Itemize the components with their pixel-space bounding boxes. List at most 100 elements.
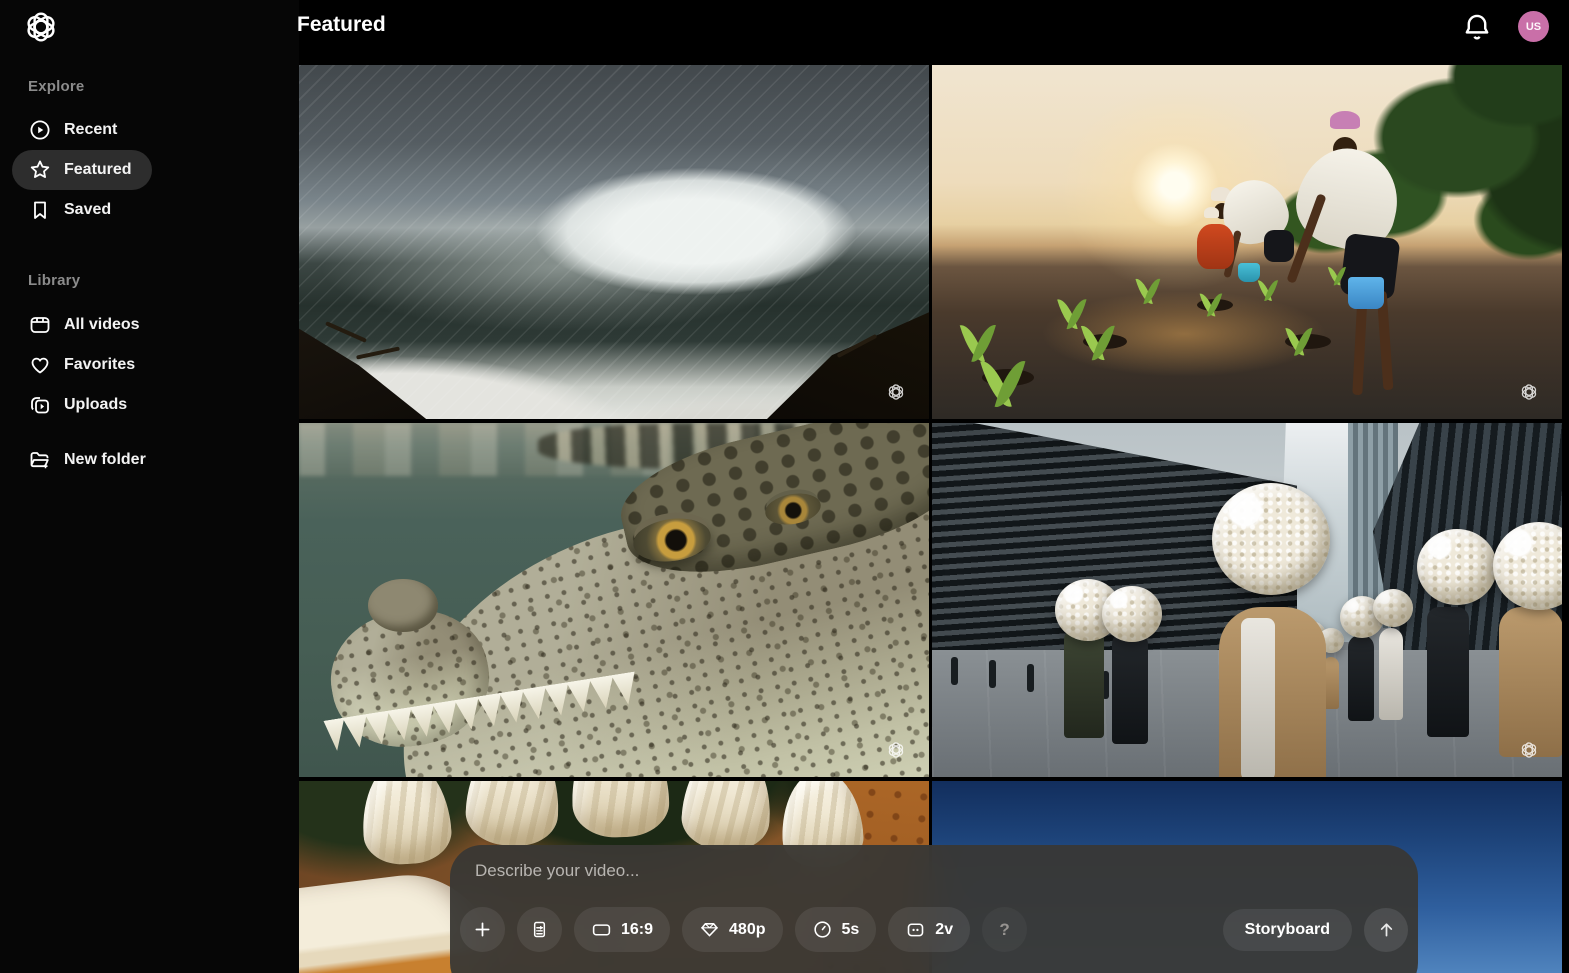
seedling bbox=[1330, 260, 1343, 287]
bucket bbox=[1238, 263, 1260, 282]
scene-art-mangrove-planting bbox=[932, 65, 1562, 419]
aspect-ratio-icon bbox=[591, 919, 612, 940]
bucket bbox=[1348, 277, 1384, 309]
openai-logo[interactable] bbox=[24, 10, 58, 44]
sidebar-item-label: Featured bbox=[64, 161, 132, 179]
sidebar-section-library: Library bbox=[28, 272, 80, 289]
walker-body bbox=[1379, 628, 1403, 720]
sidebar-item-label: Recent bbox=[64, 121, 117, 139]
seedling bbox=[1289, 316, 1308, 357]
walker-body bbox=[1112, 632, 1148, 744]
driftwood-stick bbox=[356, 347, 400, 360]
seedling bbox=[1062, 286, 1083, 330]
storyboard-label: Storyboard bbox=[1245, 921, 1330, 939]
clock-icon bbox=[812, 919, 833, 940]
page-title: Featured bbox=[297, 13, 386, 37]
sidebar-item-label: Favorites bbox=[64, 356, 135, 374]
help-label: ? bbox=[999, 920, 1009, 940]
bollard bbox=[951, 657, 958, 685]
add-media-button[interactable] bbox=[460, 907, 505, 952]
seedling bbox=[1139, 269, 1157, 306]
aspect-ratio-value: 16:9 bbox=[621, 921, 653, 939]
sidebar-item-new-folder[interactable]: New folder bbox=[12, 440, 166, 480]
sidebar-item-label: New folder bbox=[64, 451, 146, 469]
duration-button[interactable]: 5s bbox=[795, 907, 877, 952]
cauliflower-head bbox=[1102, 586, 1162, 642]
sidebar-item-favorites[interactable]: Favorites bbox=[12, 345, 155, 385]
driftwood-stick bbox=[325, 321, 367, 343]
frosting-swirl bbox=[464, 781, 562, 847]
headwrap bbox=[1330, 111, 1360, 129]
video-grid bbox=[299, 65, 1562, 973]
openai-watermark-icon bbox=[887, 741, 905, 759]
all-videos-icon bbox=[28, 313, 52, 337]
bell-icon bbox=[1460, 10, 1494, 44]
seedling bbox=[1260, 272, 1274, 303]
scene-art-storm-wave bbox=[299, 65, 929, 419]
cap bbox=[1204, 207, 1219, 218]
avatar-initials: US bbox=[1526, 21, 1541, 33]
bookmark-icon bbox=[28, 198, 52, 222]
frosting-swirl bbox=[680, 781, 775, 853]
sidebar-item-featured[interactable]: Featured bbox=[12, 150, 152, 190]
seedling bbox=[1203, 284, 1219, 318]
planter-figure bbox=[1187, 207, 1244, 285]
sidebar-item-label: All videos bbox=[64, 316, 140, 334]
bollard bbox=[1027, 664, 1034, 692]
notifications-button[interactable] bbox=[1460, 10, 1494, 44]
red-vest bbox=[1197, 224, 1233, 269]
star-icon bbox=[28, 158, 52, 182]
sora-app: { "header": { "title": "Featured", "avat… bbox=[0, 0, 1569, 973]
sidebar-item-label: Saved bbox=[64, 201, 111, 219]
seedling bbox=[1086, 311, 1110, 362]
variations-icon bbox=[905, 919, 926, 940]
video-thumbnail[interactable] bbox=[299, 65, 929, 419]
uploads-icon bbox=[28, 393, 52, 417]
generate-button[interactable] bbox=[1364, 908, 1408, 952]
walker-body bbox=[1064, 628, 1104, 738]
video-thumbnail[interactable] bbox=[932, 423, 1562, 777]
openai-watermark-icon bbox=[1520, 741, 1538, 759]
frosting-swirl bbox=[570, 781, 671, 839]
composer-toolbar: 16:9 480p 5s 2v ? Storyboard bbox=[460, 907, 1408, 952]
resolution-gem-icon bbox=[699, 919, 720, 940]
variations-button[interactable]: 2v bbox=[888, 907, 970, 952]
resolution-button[interactable]: 480p bbox=[682, 907, 782, 952]
sidebar-item-recent[interactable]: Recent bbox=[12, 110, 137, 150]
new-folder-icon bbox=[28, 448, 52, 472]
bollard bbox=[989, 660, 996, 688]
cauliflower-head bbox=[1212, 483, 1330, 595]
resolution-value: 480p bbox=[729, 921, 765, 939]
prompt-input[interactable]: Describe your video... bbox=[475, 861, 1175, 881]
sidebar-item-saved[interactable]: Saved bbox=[12, 190, 131, 230]
user-avatar[interactable]: US bbox=[1518, 11, 1549, 42]
arrow-up-icon bbox=[1376, 919, 1397, 940]
help-button[interactable]: ? bbox=[982, 907, 1027, 952]
walker-body bbox=[1348, 635, 1374, 721]
sidebar-item-label: Uploads bbox=[64, 396, 127, 414]
sidebar-item-uploads[interactable]: Uploads bbox=[12, 385, 147, 425]
frosting-swirl bbox=[358, 781, 453, 867]
recent-icon bbox=[28, 118, 52, 142]
seedling bbox=[987, 342, 1019, 410]
walker-body bbox=[1427, 607, 1469, 737]
presets-button[interactable] bbox=[517, 907, 562, 952]
openai-watermark-icon bbox=[1520, 383, 1538, 401]
walker-body bbox=[1499, 607, 1562, 757]
openai-watermark-icon bbox=[887, 383, 905, 401]
main-walker-shirt bbox=[1241, 618, 1276, 777]
sidebar-item-all-videos[interactable]: All videos bbox=[12, 305, 160, 345]
sidebar: Explore Recent Featured Saved Library Al… bbox=[0, 0, 299, 973]
storyboard-button[interactable]: Storyboard bbox=[1223, 909, 1352, 951]
prompt-composer: Describe your video... 16:9 480p 5s 2v ? bbox=[450, 845, 1418, 973]
duration-value: 5s bbox=[842, 921, 860, 939]
sidebar-section-explore: Explore bbox=[28, 78, 84, 95]
aspect-ratio-button[interactable]: 16:9 bbox=[574, 907, 670, 952]
plus-icon bbox=[472, 919, 493, 940]
video-thumbnail[interactable] bbox=[932, 65, 1562, 419]
heart-icon bbox=[28, 353, 52, 377]
video-thumbnail[interactable] bbox=[299, 423, 929, 777]
variations-value: 2v bbox=[935, 921, 953, 939]
scene-art-crocodile bbox=[299, 423, 929, 777]
presets-icon bbox=[529, 919, 550, 940]
